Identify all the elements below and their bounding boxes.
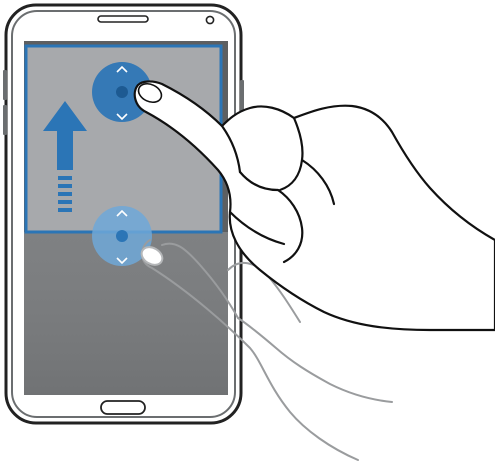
- volume-key-lower: [3, 105, 7, 135]
- volume-key: [3, 70, 7, 100]
- multi-window-resize-illustration: [3, 3, 495, 461]
